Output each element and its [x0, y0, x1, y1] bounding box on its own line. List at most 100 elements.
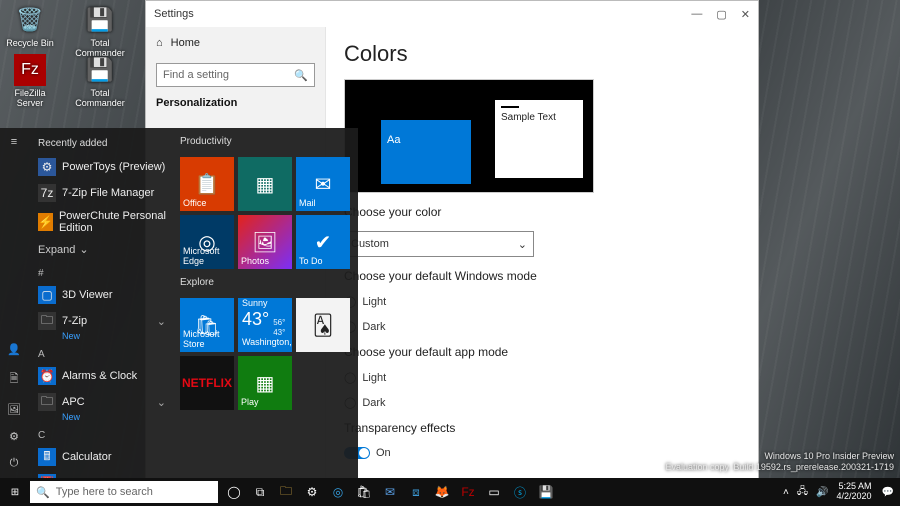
app-apc[interactable]: 🗀APC⌄ [32, 390, 172, 414]
tile-store[interactable]: 🛍Microsoft Store [180, 298, 234, 352]
app-icon: ⏰ [38, 367, 56, 385]
tile-grid-productivity: 📋Office ▦ ✉Mail ◎Microsoft Edge 🖼Photos … [180, 157, 350, 269]
app-calculator[interactable]: 🖩Calculator [32, 445, 172, 469]
notifications-icon[interactable]: 💬 [882, 487, 894, 498]
letter-a[interactable]: A [32, 343, 172, 362]
find-setting-placeholder: Find a setting [163, 69, 229, 81]
app-icon: ▢ [38, 286, 56, 304]
desktop-icon-total-commander[interactable]: 💾 Total Commander [74, 4, 126, 58]
weather-hi: 56° [273, 318, 285, 327]
desktop-icons-row-1: 🗑️ Recycle Bin 💾 Total Commander [4, 4, 126, 58]
tile-play[interactable]: ▦Play [238, 356, 292, 410]
app-icon: ⚙ [38, 158, 56, 176]
tray-network-icon[interactable]: 🖧 [797, 484, 808, 501]
tile-solitaire[interactable]: 🂡 [296, 298, 350, 352]
windows-mode-light[interactable]: ◯ Light [344, 295, 740, 308]
tile-office[interactable]: 📋Office [180, 157, 234, 211]
app-7zip-fm[interactable]: 7z7-Zip File Manager [32, 181, 172, 205]
tray-chevron-icon[interactable]: ˄ [783, 487, 789, 498]
photos-icon: 🖼 [238, 215, 292, 269]
start-button[interactable]: ⊞ [0, 487, 30, 498]
skype-icon[interactable]: ⓢ [512, 484, 528, 500]
taskbar-clock[interactable]: 5:25 AM 4/2/2020 [837, 482, 874, 502]
firefox-icon[interactable]: 🦊 [434, 484, 450, 500]
find-setting-input[interactable]: Find a setting 🔍 [156, 63, 315, 87]
settings-title-bar[interactable]: Settings — ▢ ✕ [146, 1, 758, 27]
tile-group-explore[interactable]: Explore [180, 275, 350, 292]
start-apps-list[interactable]: Recently added ⚙PowerToys (Preview) 7z7-… [28, 128, 176, 478]
edge-taskbar-icon[interactable]: ◎ [330, 484, 346, 500]
server-icon: Fz [14, 54, 46, 86]
choose-color-dropdown[interactable]: Custom ⌄ [344, 231, 534, 257]
totalcmd-icon[interactable]: 💾 [538, 484, 554, 500]
documents-icon[interactable]: 🗎 [10, 370, 19, 389]
tile-msft-apps[interactable]: ▦ [238, 157, 292, 211]
filezilla-icon[interactable]: Fz [460, 484, 476, 500]
office-icon: 📋 [180, 157, 234, 211]
tile-edge[interactable]: ◎Microsoft Edge [180, 215, 234, 269]
weather-condition: Sunny [242, 298, 288, 309]
windows-icon: ⊞ [11, 487, 19, 498]
mail-taskbar-icon[interactable]: ✉ [382, 484, 398, 500]
app-label: 3D Viewer [62, 289, 113, 301]
app-7zip[interactable]: 🗀7-Zip⌄ [32, 309, 172, 333]
hamburger-icon[interactable]: ≡ [11, 136, 17, 148]
app-icon: 🗀 [38, 393, 56, 411]
explorer-icon[interactable]: 🗀 [278, 484, 294, 500]
letter-hash[interactable]: # [32, 262, 172, 281]
tile-netflix[interactable]: NETFLIX [180, 356, 234, 410]
nav-home[interactable]: ⌂ Home [156, 33, 315, 53]
app-mode-dark[interactable]: ◯ Dark [344, 396, 740, 409]
pictures-icon[interactable]: 🖼 [7, 403, 21, 416]
choose-color-label: Choose your color [344, 205, 740, 219]
app-alarms[interactable]: ⏰Alarms & Clock [32, 364, 172, 388]
taskbar-search[interactable]: 🔍 Type here to search [30, 481, 218, 503]
task-view-icon[interactable]: ⧉ [252, 484, 268, 500]
floppy-icon: 💾 [84, 54, 116, 86]
cortana-icon[interactable]: ◯ [226, 484, 242, 500]
app-powerchute[interactable]: ⚡PowerChute Personal Edition [32, 207, 172, 237]
start-tiles: Productivity 📋Office ▦ ✉Mail ◎Microsoft … [176, 128, 358, 478]
close-button[interactable]: ✕ [741, 8, 750, 21]
app-powertoys[interactable]: ⚙ PowerToys (Preview) [32, 155, 172, 179]
tile-mail[interactable]: ✉Mail [296, 157, 350, 211]
taskbar-pinned: ◯ ⧉ 🗀 ⚙ ◎ 🛍 ✉ ⧈ 🦊 Fz ▭ ⓢ 💾 [218, 484, 562, 500]
letter-c[interactable]: C [32, 424, 172, 443]
minimize-button[interactable]: — [691, 8, 702, 21]
putty-icon[interactable]: ▭ [486, 484, 502, 500]
app-label: PowerToys (Preview) [62, 161, 165, 173]
settings-taskbar-icon[interactable]: ⚙ [304, 484, 320, 500]
app-mode-label: Choose your default app mode [344, 345, 740, 359]
tray-volume-icon[interactable]: 🔊 [816, 487, 828, 498]
expand-label: Expand [38, 244, 75, 256]
tile-todo[interactable]: ✔To Do [296, 215, 350, 269]
weather-temp: 43° [242, 309, 269, 331]
recycle-bin-icon: 🗑️ [14, 4, 46, 36]
app-3dviewer[interactable]: ▢ 3D Viewer [32, 283, 172, 307]
vscode-icon[interactable]: ⧈ [408, 484, 424, 500]
desktop-icon-filezilla[interactable]: Fz FileZilla Server [4, 54, 56, 108]
maximize-button[interactable]: ▢ [716, 8, 726, 21]
tile-group-productivity[interactable]: Productivity [180, 134, 350, 151]
tile-photos[interactable]: 🖼Photos [238, 215, 292, 269]
app-label: 7-Zip File Manager [62, 187, 154, 199]
preview-tiles [381, 120, 471, 184]
settings-icon[interactable]: ⚙ [9, 430, 19, 443]
app-mode-light[interactable]: ◯ Light [344, 371, 740, 384]
app-label: APC [62, 396, 85, 408]
app-calendar[interactable]: 📅Calendar [32, 471, 172, 478]
taskbar: ⊞ 🔍 Type here to search ◯ ⧉ 🗀 ⚙ ◎ 🛍 ✉ ⧈ … [0, 478, 900, 506]
store-icon: 🛍 [180, 298, 234, 352]
windows-mode-dark[interactable]: ◯ Dark [344, 320, 740, 333]
user-icon[interactable]: 👤 [7, 343, 21, 356]
search-icon: 🔍 [36, 486, 50, 499]
weather-lo: 43° [273, 328, 285, 337]
tile-grid-explore: 🛍Microsoft Store Sunny 43° 56°43° Washin… [180, 298, 350, 410]
power-icon[interactable]: ⏻ [10, 457, 19, 470]
desktop-icon-total-commander-2[interactable]: 💾 Total Commander [74, 54, 126, 108]
tile-weather[interactable]: Sunny 43° 56°43° Washington,... [238, 298, 292, 352]
store-taskbar-icon[interactable]: 🛍 [356, 484, 372, 500]
expand-recent[interactable]: Expand⌄ [32, 239, 172, 260]
cards-icon: 🂡 [296, 298, 350, 352]
desktop-icon-recycle-bin[interactable]: 🗑️ Recycle Bin [4, 4, 56, 58]
